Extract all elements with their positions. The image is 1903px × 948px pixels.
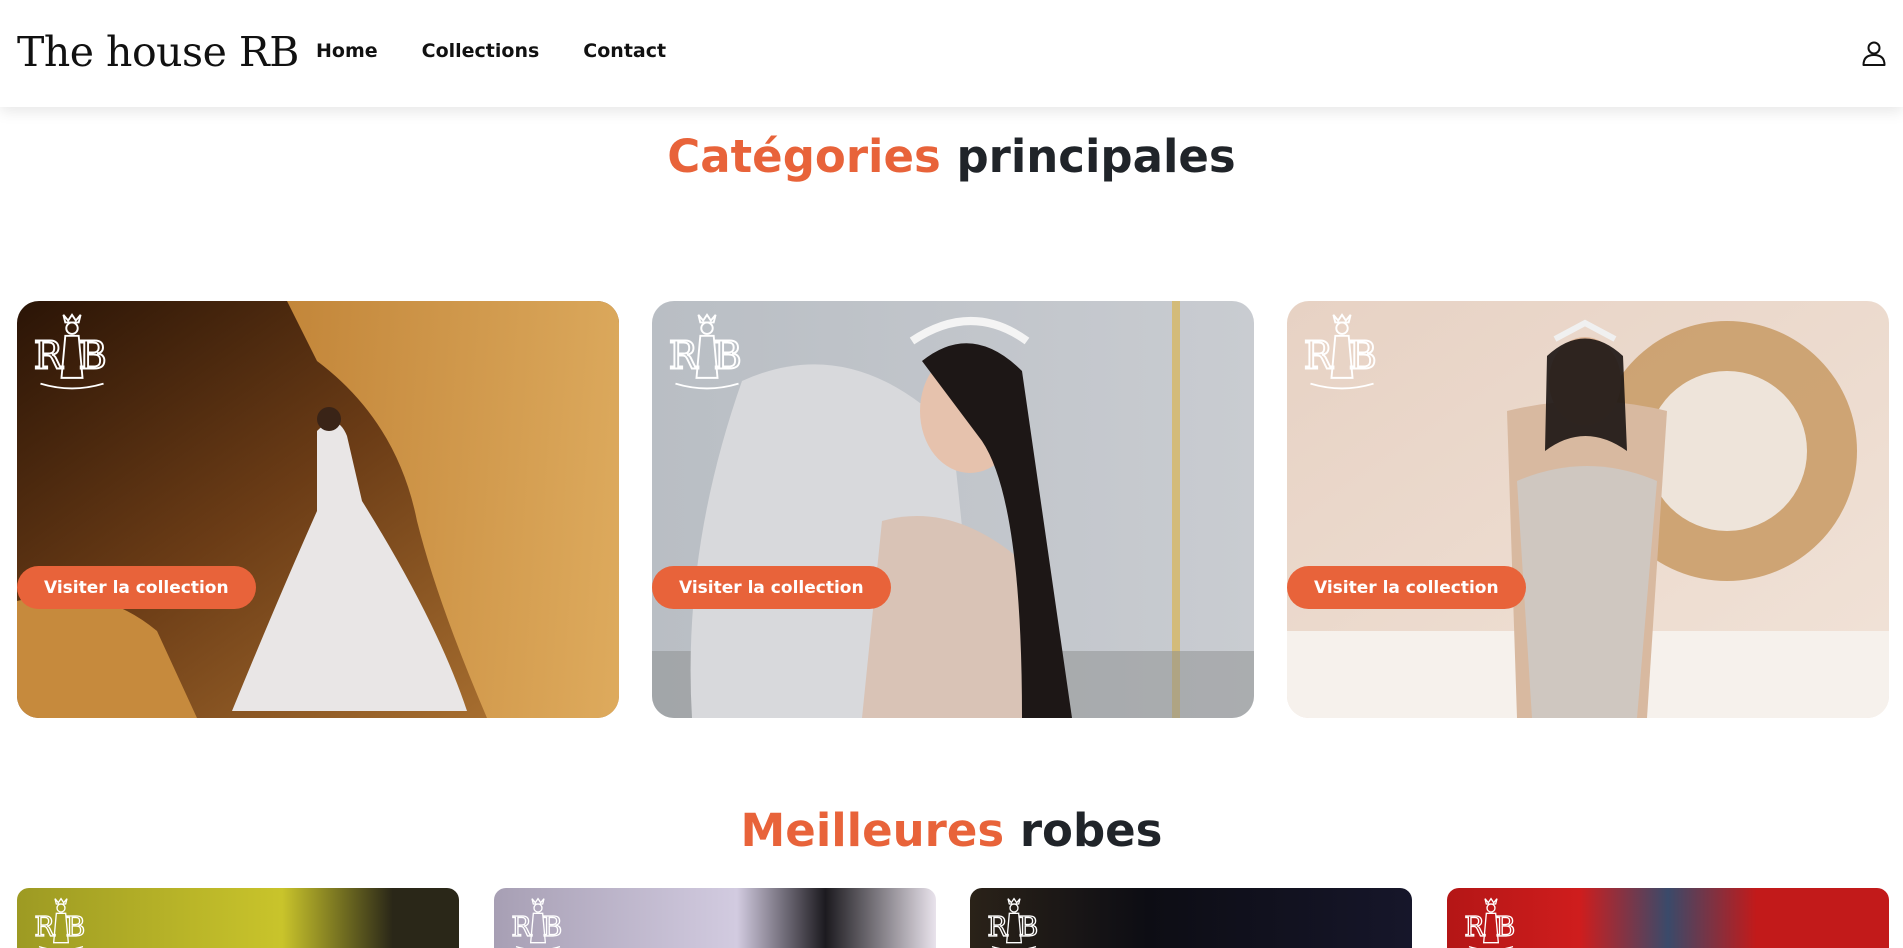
nav-home-link[interactable]: Home	[316, 40, 378, 62]
rb-monogram-logo	[33, 898, 86, 948]
best-dresses-heading-rest: robes	[1019, 804, 1163, 857]
categories-heading: Catégories principales	[0, 130, 1903, 183]
rb-monogram-logo	[667, 313, 743, 390]
best-dresses-heading-accent: Meilleures	[740, 804, 1005, 857]
category-card[interactable]: Visiter la collection	[652, 301, 1254, 718]
rb-monogram-logo	[510, 898, 563, 948]
visit-collection-button[interactable]: Visiter la collection	[652, 566, 891, 609]
rb-monogram-logo	[1302, 313, 1378, 390]
rb-monogram-logo	[986, 898, 1039, 948]
nav-collections-link[interactable]: Collections	[422, 40, 540, 62]
main-nav: Home Collections Contact	[316, 40, 666, 62]
site-logo[interactable]: The house RB	[17, 28, 299, 76]
dress-card[interactable]	[17, 888, 459, 948]
dress-card[interactable]	[1447, 888, 1889, 948]
category-card[interactable]: Visiter la collection	[17, 301, 619, 718]
dress-card[interactable]	[970, 888, 1412, 948]
categories-heading-rest: principales	[956, 130, 1236, 183]
best-dresses-grid	[17, 888, 1890, 948]
nav-contact-link[interactable]: Contact	[583, 40, 666, 62]
best-dresses-heading: Meilleures robes	[0, 804, 1903, 857]
categories-grid: Visiter la collection Visiter la collect…	[17, 301, 1890, 718]
dress-card[interactable]	[494, 888, 936, 948]
rb-monogram-logo	[1463, 898, 1516, 948]
rb-monogram-logo	[32, 313, 108, 390]
visit-collection-button[interactable]: Visiter la collection	[17, 566, 256, 609]
user-icon[interactable]	[1861, 40, 1887, 66]
visit-collection-button[interactable]: Visiter la collection	[1287, 566, 1526, 609]
category-card[interactable]: Visiter la collection	[1287, 301, 1889, 718]
categories-heading-accent: Catégories	[667, 130, 941, 183]
site-header: The house RB Home Collections Contact	[0, 0, 1903, 107]
